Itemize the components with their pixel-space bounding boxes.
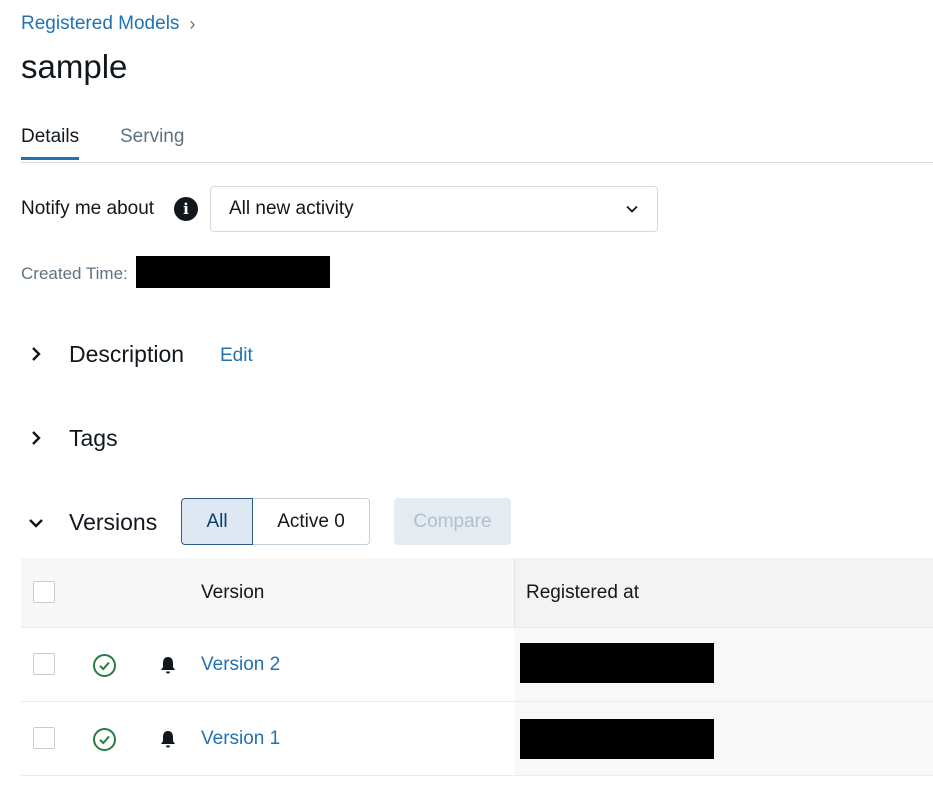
filter-all-button[interactable]: All xyxy=(181,498,253,545)
chevron-down-icon xyxy=(626,205,638,213)
page-title: sample xyxy=(21,48,128,85)
description-edit-link[interactable]: Edit xyxy=(220,345,253,367)
breadcrumb: Registered Models › xyxy=(21,13,195,35)
version-filter-segmented: All Active 0 xyxy=(181,498,370,545)
registered-at-redacted xyxy=(520,719,714,759)
chevron-down-icon[interactable] xyxy=(26,513,46,533)
breadcrumb-chevron-icon: › xyxy=(189,13,196,34)
info-icon[interactable]: i xyxy=(174,197,198,221)
column-header-version[interactable]: Version xyxy=(201,582,264,604)
version-link[interactable]: Version 2 xyxy=(201,654,280,676)
version-link[interactable]: Version 1 xyxy=(201,728,280,750)
compare-button[interactable]: Compare xyxy=(394,498,511,545)
filter-active-button[interactable]: Active 0 xyxy=(253,498,370,545)
notify-select-value: All new activity xyxy=(229,198,354,219)
tags-section-title[interactable]: Tags xyxy=(69,425,118,452)
check-circle-icon xyxy=(93,654,116,677)
breadcrumb-registered-models-link[interactable]: Registered Models xyxy=(21,13,179,35)
notify-select[interactable]: All new activity xyxy=(210,186,658,232)
check-circle-icon xyxy=(93,728,116,751)
row-checkbox[interactable] xyxy=(33,727,55,749)
notify-label: Notify me about xyxy=(21,198,155,219)
versions-section-title[interactable]: Versions xyxy=(69,509,157,536)
row-checkbox[interactable] xyxy=(33,653,55,675)
tab-details[interactable]: Details xyxy=(21,126,80,160)
chevron-right-icon[interactable] xyxy=(26,428,46,448)
bell-icon[interactable] xyxy=(158,729,178,749)
chevron-right-icon[interactable] xyxy=(26,344,46,364)
description-section-title[interactable]: Description xyxy=(69,341,184,368)
created-time-redacted xyxy=(136,256,330,288)
created-time-label: Created Time: xyxy=(21,264,128,283)
registered-at-redacted xyxy=(520,643,714,683)
select-all-checkbox[interactable] xyxy=(33,581,55,603)
bell-icon[interactable] xyxy=(158,655,178,675)
tab-bar: Details Serving xyxy=(21,126,933,163)
column-header-registered-at[interactable]: Registered at xyxy=(526,582,639,604)
tab-serving[interactable]: Serving xyxy=(120,126,184,157)
